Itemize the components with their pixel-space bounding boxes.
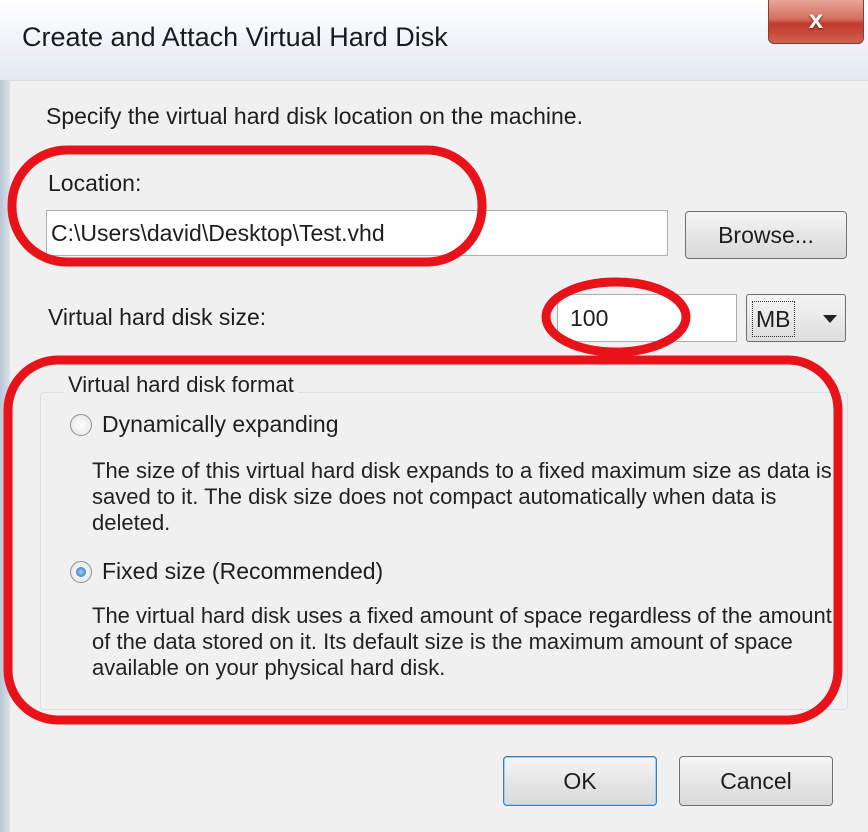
unit-dropdown[interactable]: MB — [746, 294, 846, 342]
window-border — [0, 80, 10, 832]
fixed-radio-label[interactable]: Fixed size (Recommended) — [102, 558, 383, 585]
format-legend: Virtual hard disk format — [64, 372, 298, 398]
dynamic-radio-label[interactable]: Dynamically expanding — [102, 411, 339, 438]
ok-button[interactable]: OK — [503, 756, 657, 806]
size-label: Virtual hard disk size: — [48, 304, 267, 330]
location-input[interactable]: C:\Users\david\Desktop\Test.vhd — [46, 210, 668, 256]
dynamic-radio[interactable] — [70, 414, 92, 436]
close-button[interactable]: x — [768, 0, 864, 44]
browse-button[interactable]: Browse... — [685, 211, 847, 259]
close-icon: x — [808, 4, 824, 34]
window-title: Create and Attach Virtual Hard Disk — [22, 22, 448, 52]
unit-value: MB — [752, 301, 795, 337]
location-label: Location: — [48, 170, 142, 196]
size-input[interactable]: 100 — [557, 294, 737, 342]
fixed-radio[interactable] — [70, 561, 92, 583]
chevron-down-icon — [823, 315, 837, 323]
title-bar: Create and Attach Virtual Hard Disk x — [0, 0, 868, 81]
dynamic-description: The size of this virtual hard disk expan… — [92, 458, 832, 535]
instruction-text: Specify the virtual hard disk location o… — [46, 103, 583, 129]
fixed-description: The virtual hard disk uses a fixed amoun… — [92, 603, 832, 680]
cancel-button[interactable]: Cancel — [679, 756, 833, 806]
